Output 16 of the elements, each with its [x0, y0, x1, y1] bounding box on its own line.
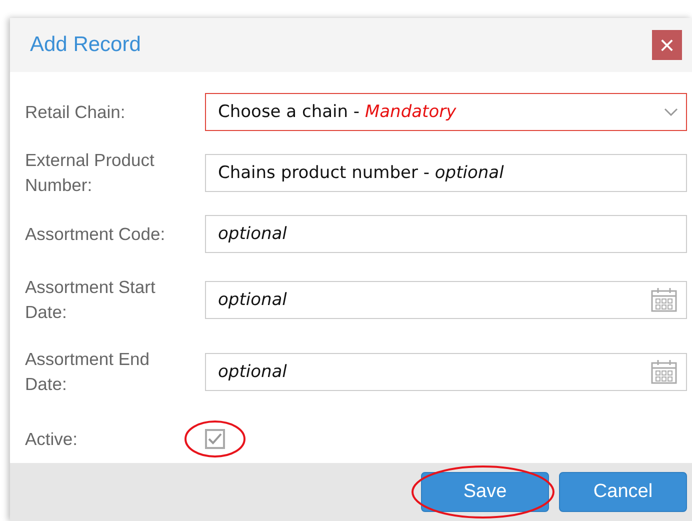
- field-label: Assortment Code:: [25, 222, 166, 246]
- input-field[interactable]: optional: [205, 215, 687, 253]
- field-label: Retail Chain:: [25, 100, 126, 124]
- input-field[interactable]: Chains product number - optional: [205, 154, 687, 192]
- date-field[interactable]: optional: [205, 353, 687, 391]
- calendar-icon[interactable]: [650, 359, 678, 385]
- field-label: Assortment End Date:: [25, 348, 150, 396]
- date-field[interactable]: optional: [205, 281, 687, 319]
- select-field[interactable]: Choose a chain - Mandatory: [205, 93, 687, 131]
- field-label: Assortment Start Date:: [25, 276, 156, 324]
- field-label: Active:: [25, 428, 79, 450]
- field-label: External Product Number:: [25, 149, 156, 197]
- close-button[interactable]: ×: [652, 30, 682, 60]
- calendar-icon[interactable]: [650, 287, 678, 313]
- chevron-down-icon: [664, 108, 678, 116]
- dialog-title: Add Record: [30, 33, 141, 57]
